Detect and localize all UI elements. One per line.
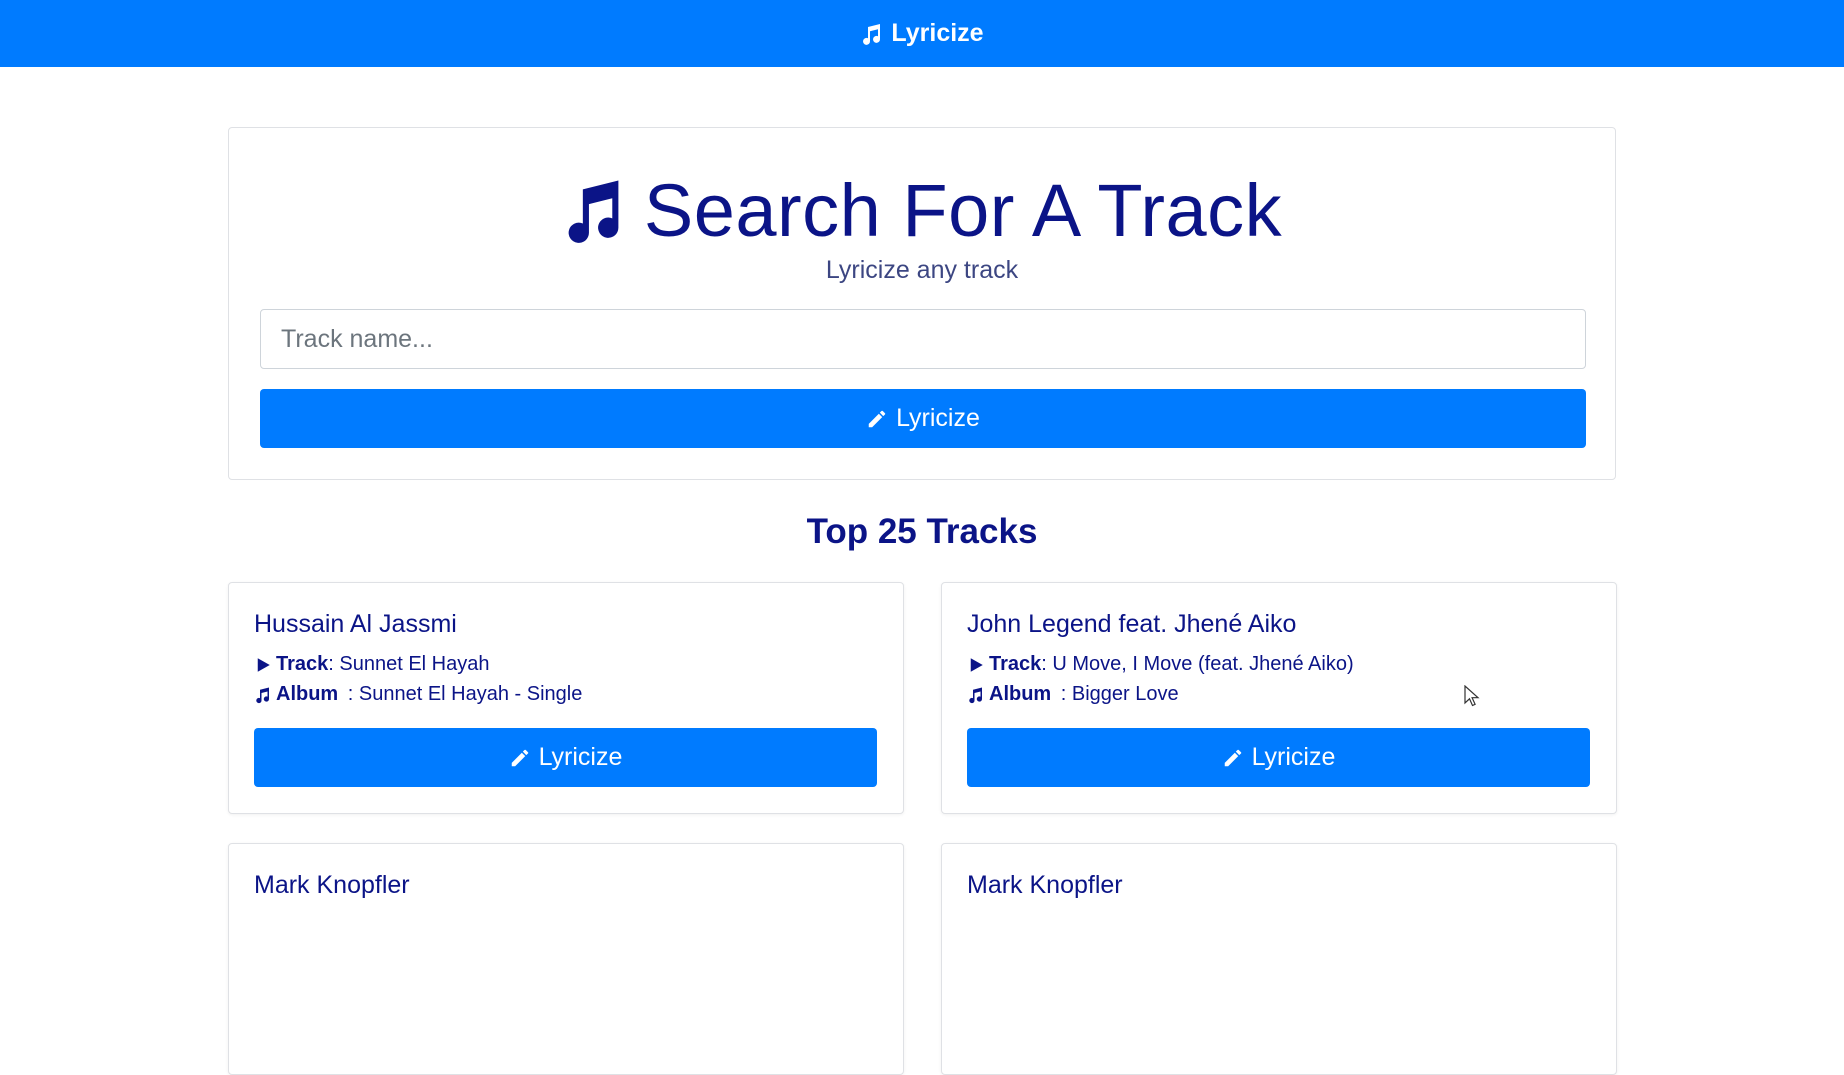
track-value: : U Move, I Move (feat. Jhené Aiko) <box>1041 653 1354 675</box>
mouse-cursor-icon <box>1464 685 1480 707</box>
track-card: John Legend feat. Jhené Aiko Track : U M… <box>941 582 1617 814</box>
brand-link[interactable]: Lyricize <box>860 19 984 48</box>
track-name-input[interactable] <box>260 309 1586 369</box>
pencil-icon <box>868 410 886 427</box>
lyricize-track-button-label: Lyricize <box>538 743 623 771</box>
lyricize-search-button-label: Lyricize <box>896 404 980 432</box>
search-card: Search For A Track Lyricize any track Ly… <box>228 127 1616 480</box>
page-subtitle: Lyricize any track <box>825 256 1019 284</box>
track-line: Track : U Move, I Move (feat. Jhené Aiko… <box>967 653 1354 676</box>
album-value: : Bigger Love <box>1055 683 1179 705</box>
track-label: Track <box>276 653 329 675</box>
top-tracks-heading: Top 25 Tracks <box>806 512 1038 551</box>
track-line: Track : Sunnet El Hayah <box>254 653 489 676</box>
music-icon <box>863 23 881 45</box>
lyricize-search-button[interactable]: Lyricize <box>260 389 1586 448</box>
lyricize-track-button[interactable]: Lyricize <box>254 728 877 787</box>
brand-label: Lyricize <box>891 19 984 47</box>
artist-name: Mark Knopfler <box>254 871 410 899</box>
track-card: Hussain Al Jassmi Track : Sunnet El Haya… <box>228 582 904 814</box>
album-line: Album : Bigger Love <box>967 683 1179 706</box>
play-icon <box>970 657 983 672</box>
lyricize-track-button-label: Lyricize <box>1251 743 1336 771</box>
album-value: : Sunnet El Hayah - Single <box>342 683 583 705</box>
pencil-icon <box>1224 749 1241 766</box>
music-icon <box>568 180 619 243</box>
track-label: Track <box>989 653 1042 675</box>
play-icon <box>257 657 270 672</box>
lyricize-track-button[interactable]: Lyricize <box>967 728 1590 787</box>
track-card: Mark Knopfler <box>941 843 1617 1075</box>
track-card: Mark Knopfler <box>228 843 904 1075</box>
music-icon <box>256 687 270 703</box>
artist-name: Hussain Al Jassmi <box>254 610 457 638</box>
search-heading: Search For A Track <box>229 168 1615 253</box>
page-title: Search For A Track <box>643 169 1283 252</box>
track-value: : Sunnet El Hayah <box>328 653 490 675</box>
artist-name: Mark Knopfler <box>967 871 1123 899</box>
album-line: Album : Sunnet El Hayah - Single <box>254 683 582 706</box>
pencil-icon <box>511 749 528 766</box>
navbar: Lyricize <box>0 0 1844 67</box>
album-label: Album <box>276 683 339 705</box>
album-label: Album <box>989 683 1052 705</box>
artist-name: John Legend feat. Jhené Aiko <box>967 610 1297 638</box>
music-icon <box>969 687 983 703</box>
